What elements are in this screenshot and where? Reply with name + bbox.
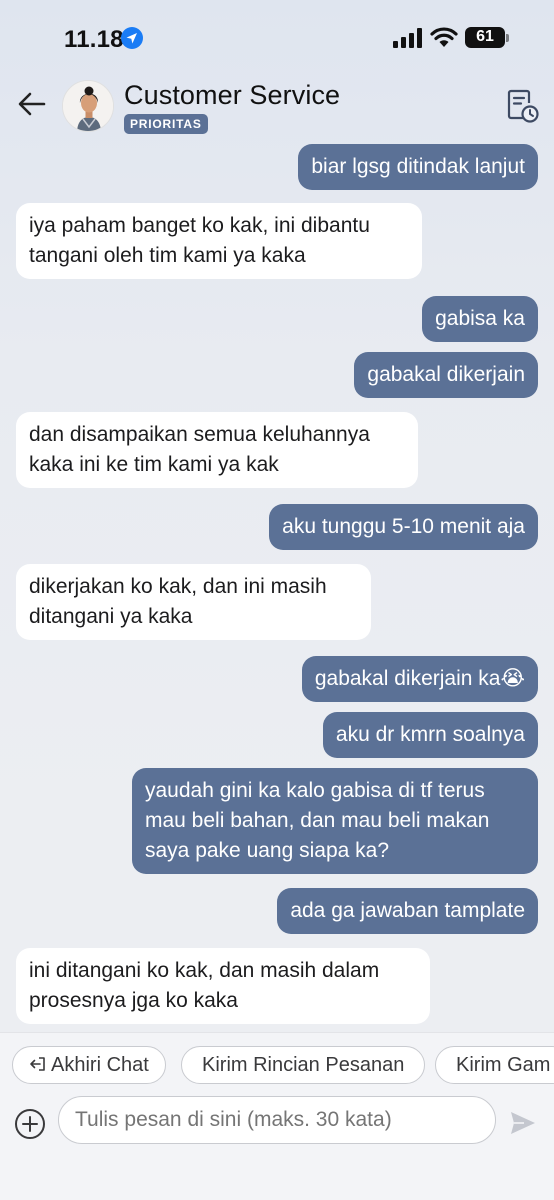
back-button[interactable]: [14, 86, 50, 122]
status-time: 11.18: [64, 26, 124, 53]
message-line: aku dr kmrn soalnya: [335, 723, 525, 746]
message-line: iya paham banget ko kak, ini dibantu: [29, 214, 370, 237]
message-line: yaudah gini ka kalo gabisa di tf terus: [145, 779, 485, 802]
end-chat-label: Akhiri Chat: [51, 1054, 149, 1076]
message-line: tangani oleh tim kami ya kaka: [29, 244, 306, 267]
send-icon[interactable]: [508, 1108, 538, 1138]
message-list: biar lgsg ditindak lanjut iya paham bang…: [0, 140, 554, 1032]
send-image-label: Kirim Gam: [456, 1054, 551, 1076]
status-bar: 11.18 61: [0, 0, 554, 72]
send-order-details-label: Kirim Rincian Pesanan: [202, 1054, 405, 1076]
message-line: gabisa ka: [435, 307, 525, 330]
send-image-chip[interactable]: Kirim Gam: [435, 1046, 554, 1084]
message-line: dikerjakan ko kak, dan ini masih: [29, 575, 327, 598]
incoming-message: dan disampaikan semua keluhannya kaka in…: [16, 412, 418, 488]
location-arrow-icon: [121, 27, 143, 49]
outgoing-message: aku dr kmrn soalnya: [322, 712, 538, 758]
outgoing-message: yaudah gini ka kalo gabisa di tf terus m…: [132, 768, 538, 874]
outgoing-message: biar lgsg ditindak lanjut: [298, 144, 538, 190]
incoming-message: ini ditangani ko kak, dan masih dalam pr…: [16, 948, 430, 1024]
back-arrow-icon: [18, 92, 46, 116]
outgoing-message: aku tunggu 5-10 menit aja: [269, 504, 538, 550]
message-line: gabakal dikerjain ka😭: [314, 667, 525, 690]
message-line: ditangani ya kaka: [29, 605, 193, 628]
message-line: saya pake uang siapa ka?: [145, 839, 390, 862]
composer: [0, 1096, 554, 1200]
outgoing-message: ada ga jawaban tamplate: [277, 888, 538, 934]
battery-tip: [506, 34, 509, 42]
message-line: prosesnya jga ko kaka: [29, 989, 238, 1012]
message-line: ini ditangani ko kak, dan masih dalam: [29, 959, 380, 982]
battery-level: 61: [476, 28, 494, 45]
message-line: kaka ini ke tim kami ya kak: [29, 453, 279, 476]
agent-avatar: [62, 80, 114, 132]
message-line: mau beli bahan, dan mau beli makan: [145, 809, 490, 832]
message-line: dan disampaikan semua keluhannya: [29, 423, 370, 446]
cellular-signal-icon: [393, 28, 422, 48]
message-input[interactable]: [58, 1096, 496, 1144]
exit-icon: [30, 1057, 45, 1071]
quick-reply-bar: Akhiri Chat Kirim Rincian Pesanan Kirim …: [0, 1032, 554, 1096]
end-chat-chip[interactable]: Akhiri Chat: [12, 1046, 166, 1084]
outgoing-message: gabakal dikerjain ka😭: [301, 656, 538, 702]
receipt-clock-icon: [507, 89, 539, 123]
outgoing-message: gabakal dikerjain: [354, 352, 538, 398]
chat-header: Customer Service PRIORITAS: [0, 72, 554, 140]
message-line: ada ga jawaban tamplate: [290, 899, 525, 922]
wifi-icon: [430, 27, 458, 47]
page-title: Customer Service: [124, 80, 341, 110]
send-order-details-chip[interactable]: Kirim Rincian Pesanan: [181, 1046, 426, 1084]
message-line: gabakal dikerjain: [367, 363, 525, 386]
history-button[interactable]: [505, 88, 539, 124]
outgoing-message: gabisa ka: [422, 296, 538, 342]
message-line: biar lgsg ditindak lanjut: [311, 155, 525, 178]
agent-portrait-icon: [63, 81, 113, 131]
add-attachment-icon[interactable]: [14, 1108, 46, 1140]
priority-badge: PRIORITAS: [124, 114, 208, 134]
incoming-message: dikerjakan ko kak, dan ini masih ditanga…: [16, 564, 371, 640]
incoming-message: iya paham banget ko kak, ini dibantu tan…: [16, 203, 422, 279]
message-line: aku tunggu 5-10 menit aja: [282, 515, 525, 538]
